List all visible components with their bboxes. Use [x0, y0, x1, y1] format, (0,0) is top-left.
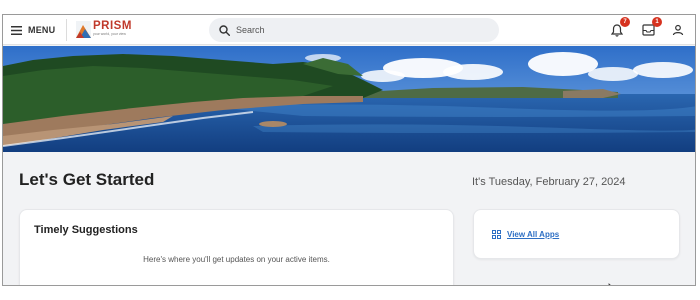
suggestions-title: Timely Suggestions [34, 224, 138, 236]
app-window: MENU PRISM your world, your view Search … [2, 14, 696, 286]
search-icon [219, 24, 230, 36]
inbox-button[interactable]: 1 [641, 17, 662, 38]
notifications-button[interactable]: 7 [609, 17, 630, 38]
current-date: It's Tuesday, February 27, 2024 [472, 176, 626, 188]
user-icon [672, 24, 684, 36]
inbox-badge: 1 [652, 17, 662, 27]
page-title: Let's Get Started [19, 170, 155, 189]
profile-button[interactable] [670, 22, 686, 38]
prism-logo[interactable]: PRISM your world, your view [76, 20, 132, 40]
apps-card: View All Apps [473, 209, 680, 259]
view-all-apps-link[interactable]: View All Apps [492, 230, 559, 239]
divider [66, 19, 67, 41]
menu-button[interactable]: MENU [11, 21, 55, 39]
grid-icon [492, 230, 501, 239]
view-all-apps-label: View All Apps [507, 230, 560, 239]
notifications-badge: 7 [620, 17, 630, 27]
hero-banner-image [3, 46, 695, 152]
menu-label: MENU [28, 25, 56, 35]
timely-suggestions-card: Timely Suggestions Here's where you'll g… [19, 209, 454, 285]
logo-text: PRISM [93, 20, 132, 32]
top-bar: MENU PRISM your world, your view Search … [3, 15, 695, 45]
mouse-cursor-icon [608, 283, 611, 285]
search-input[interactable] [236, 25, 476, 35]
hamburger-icon [11, 25, 22, 35]
logo-mark-icon [76, 21, 91, 38]
logo-tagline: your world, your view [93, 32, 126, 36]
suggestions-message: Here's where you'll get updates on your … [143, 255, 330, 264]
search-bar[interactable] [209, 18, 499, 42]
